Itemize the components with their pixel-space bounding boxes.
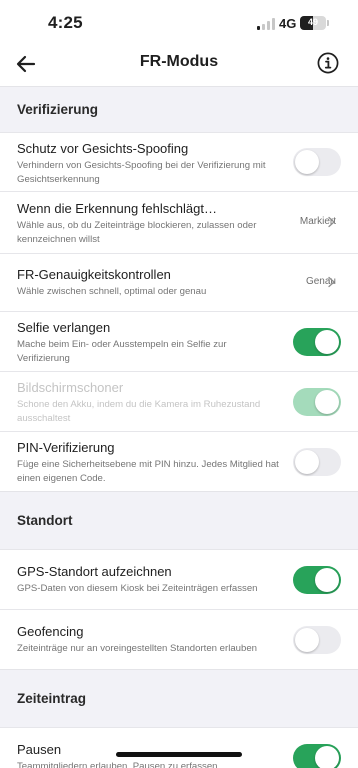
setting-subtitle: Teammitgliedern erlauben, Pausen zu erfa… (17, 761, 218, 768)
toggle-knob (315, 568, 339, 592)
section-header-verification: Verifizierung (0, 86, 358, 132)
screensaver-toggle (293, 388, 341, 416)
require-selfie-toggle[interactable] (293, 328, 341, 356)
setting-title: GPS-Standort aufzeichnen (17, 564, 172, 579)
setting-subtitle: Zeiteinträge nur an voreingestellten Sta… (17, 643, 258, 654)
toggle-knob (315, 330, 339, 354)
setting-title: PIN-Verifizierung (17, 440, 115, 455)
setting-title: Schutz vor Gesichts-Spoofing (17, 141, 189, 156)
setting-title: Wenn die Erkennung fehlschlägt… (17, 201, 217, 216)
chevron-right-icon (328, 276, 335, 288)
setting-subtitle: Verhindern von Gesichts-Spoofing bei der… (17, 160, 266, 185)
chevron-right-icon (328, 216, 335, 228)
setting-subtitle: Wähle aus, ob du Zeiteinträge blockieren… (17, 220, 257, 245)
toggle-knob (315, 390, 339, 414)
pin-verification-toggle[interactable] (293, 448, 341, 476)
battery-percent: 49 (307, 17, 318, 27)
section-title: Zeiteintrag (17, 691, 87, 706)
setting-pin-verification[interactable]: PIN-Verifizierung Füge eine Sicherheitse… (0, 431, 358, 491)
battery-icon: 49 (300, 16, 326, 30)
setting-title: Pausen (17, 742, 62, 757)
setting-title: Bildschirmschoner (17, 380, 124, 395)
cellular-signal-icon (257, 18, 275, 30)
navigation-bar: FR-Modus (0, 46, 358, 86)
toggle-knob (295, 450, 319, 474)
setting-subtitle: Wähle zwischen schnell, optimal oder gen… (17, 286, 207, 297)
gps-location-toggle[interactable] (293, 566, 341, 594)
page-title: FR-Modus (139, 53, 219, 70)
section-title: Verifizierung (17, 102, 99, 117)
setting-recognition-fail[interactable]: Wenn die Erkennung fehlschlägt… Wähle au… (0, 191, 358, 253)
setting-title: Geofencing (17, 624, 84, 639)
settings-list: Verifizierung Schutz vor Gesichts-Spoofi… (0, 86, 358, 768)
section-header-location: Standort (0, 491, 358, 549)
breaks-toggle[interactable] (293, 744, 341, 768)
toggle-knob (295, 150, 319, 174)
toggle-knob (295, 628, 319, 652)
setting-title: Selfie verlangen (17, 320, 111, 335)
home-indicator (116, 752, 242, 757)
status-time: 4:25 (48, 13, 83, 32)
setting-subtitle: Schone den Akku, indem du die Kamera im … (17, 399, 261, 424)
section-title: Standort (17, 513, 73, 528)
setting-breaks[interactable]: Pausen Teammitgliedern erlauben, Pausen … (0, 727, 358, 768)
geofencing-toggle[interactable] (293, 626, 341, 654)
face-spoofing-toggle[interactable] (293, 148, 341, 176)
battery-cap (327, 20, 329, 26)
setting-screensaver: Bildschirmschoner Schone den Akku, indem… (0, 371, 358, 431)
toggle-knob (315, 746, 339, 768)
status-bar: 4:25 4G 49 (0, 0, 358, 46)
setting-accuracy[interactable]: FR-Genauigkeitskontrollen Wähle zwischen… (0, 253, 358, 311)
setting-gps-location[interactable]: GPS-Standort aufzeichnen GPS-Daten von d… (0, 549, 358, 609)
setting-subtitle: Mache beim Ein- oder Ausstempeln ein Sel… (17, 339, 227, 364)
info-button[interactable] (317, 52, 339, 74)
setting-title: FR-Genauigkeitskontrollen (17, 267, 171, 282)
setting-subtitle: GPS-Daten von diesem Kiosk bei Zeiteintr… (17, 583, 258, 594)
section-header-time-entry: Zeiteintrag (0, 669, 358, 727)
setting-require-selfie[interactable]: Selfie verlangen Mache beim Ein- oder Au… (0, 311, 358, 371)
setting-face-spoofing[interactable]: Schutz vor Gesichts-Spoofing Verhindern … (0, 132, 358, 191)
info-circle-icon (317, 52, 339, 74)
setting-geofencing[interactable]: Geofencing Zeiteinträge nur an voreinges… (0, 609, 358, 669)
network-type: 4G (279, 16, 297, 31)
setting-subtitle: Füge eine Sicherheitsebene mit PIN hinzu… (17, 459, 279, 484)
